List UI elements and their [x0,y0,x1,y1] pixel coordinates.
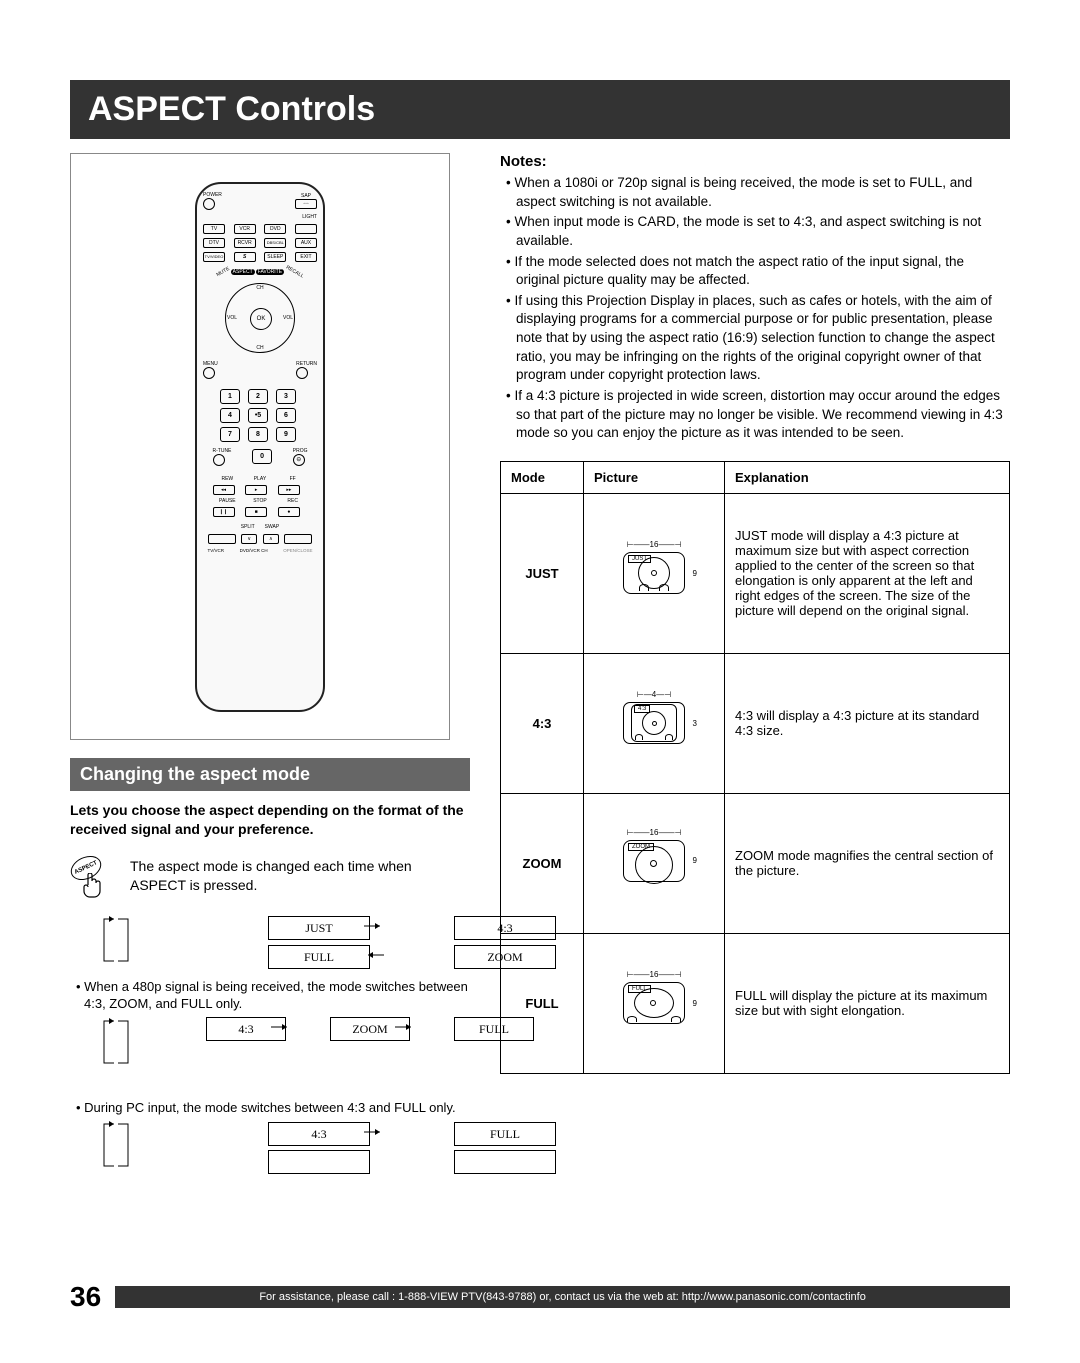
expl-43: 4:3 will display a 4:3 picture at its st… [725,653,1010,793]
ok-button: OK [250,308,272,330]
dbscbl-button: DBS/CBL [264,238,286,248]
favorite-label: FAVORITE [256,269,284,275]
tvvideo-button: TV/VIDEO [203,252,225,262]
num-9: 9 [276,427,296,442]
col-mode: Mode [501,461,584,493]
mode-full: FULL [501,933,584,1073]
lead-text: Lets you choose the aspect depending on … [70,801,470,839]
flow-diagram-2: 4:3 ZOOM FULL [100,1017,470,1073]
rec-icon: ● [278,507,300,517]
footer-bar: For assistance, please call : 1-888-VIEW… [115,1286,1010,1308]
pic-just: ⊢——16——⊣ JUST 9 [584,493,725,653]
note-item: • If the mode selected does not match th… [500,253,1010,290]
mode-43: 4:3 [501,653,584,793]
col-picture: Picture [584,461,725,493]
remote-illustration-frame: POWER SAP ◦◦◦ LIGHT TV VCR DVD [70,153,450,740]
prog-button: ⊖ [293,454,305,466]
arrow-right-icon [362,920,386,932]
aux-button: AUX [295,238,317,248]
num-8: 8 [248,427,268,442]
ff-icon: ▸▸ [278,485,300,495]
mode-just: JUST [501,493,584,653]
note-item: • When a 1080i or 720p signal is being r… [500,174,1010,211]
page-number: 36 [70,1281,101,1313]
arrow-right-icon [362,1126,386,1138]
arrow-right-icon [393,1021,417,1033]
mute-label: MUTE [215,265,230,277]
blank-button-1 [295,224,317,234]
press-text: The aspect mode is changed each time whe… [130,857,470,896]
power-label: POWER [203,192,222,198]
num-5: • 5 [248,408,268,423]
section-heading: Changing the aspect mode [70,758,470,791]
expl-just: JUST mode will display a 4:3 picture at … [725,493,1010,653]
exit-button: EXIT [295,252,317,262]
num-2: 2 [248,389,268,404]
flow2-return-line [114,1072,454,1086]
sap-label: SAP [295,193,317,199]
power-button-icon [203,198,215,210]
num-4: 4 [220,408,240,423]
col-explanation: Explanation [725,461,1010,493]
nav-ring: OK CH CH VOL VOL [225,283,295,353]
light-label: LIGHT [302,214,317,220]
num-1: 1 [220,389,240,404]
recall-label: RECALL [285,264,305,279]
play-icon: ▸ [245,485,267,495]
rtune-button [213,454,225,466]
sap-button-icon: ◦◦◦ [295,199,317,209]
pause-icon: ❙❙ [213,507,235,517]
notes-list: • When a 1080i or 720p signal is being r… [500,174,1010,443]
flow-diagram-1: JUST 4:3 FULL ZOOM [100,915,470,970]
rew-icon: ◂◂ [213,485,235,495]
arrow-left-icon [362,949,386,961]
page-title: ASPECT Controls [70,80,1010,139]
down-icon: ∨ [241,534,257,544]
dvd-button: DVD [264,224,286,234]
num-6: 6 [276,408,296,423]
tv-button: TV [203,224,225,234]
vcr-button: VCR [234,224,256,234]
aspect-press-icon: ASPECT [70,857,110,901]
hand-icon [80,873,104,899]
note-item: • If using this Projection Display in pl… [500,292,1010,385]
pic-full: ⊢——16——⊣ FULL 9 [584,933,725,1073]
rcvr-button: RCVR [234,238,256,248]
dtv-button: DTV [203,238,225,248]
bullet-480p: • When a 480p signal is being received, … [76,978,470,1013]
remote-illustration: POWER SAP ◦◦◦ LIGHT TV VCR DVD [195,182,325,712]
mode-zoom: ZOOM [501,793,584,933]
return-button [296,367,308,379]
num-0: 0 [252,449,272,464]
sd-button: S [234,252,256,262]
aspect-label: ASPECT [231,269,255,275]
bullet-pc: • During PC input, the mode switches bet… [76,1099,470,1117]
pic-43: ⊢—4—⊣ 4:3 [584,653,725,793]
bottom-btn-1 [208,534,236,544]
flow3-empty-1 [268,1150,370,1174]
expl-full: FULL will display the picture at its max… [725,933,1010,1073]
stop-icon: ■ [245,507,267,517]
expl-zoom: ZOOM mode magnifies the central section … [725,793,1010,933]
sleep-button: SLEEP [264,252,286,262]
note-item: • If a 4:3 picture is projected in wide … [500,387,1010,443]
aspect-modes-table: Mode Picture Explanation JUST ⊢——16——⊣ J… [500,461,1010,1074]
note-item: • When input mode is CARD, the mode is s… [500,213,1010,250]
up-icon: ∧ [263,534,279,544]
notes-heading: Notes: [500,153,1010,170]
flow-diagram-3: 4:3 FULL [100,1120,470,1175]
pic-zoom: ⊢——16——⊣ ZOOM 9 [584,793,725,933]
menu-button [203,367,215,379]
bottom-btn-2 [284,534,312,544]
arrow-right-icon [269,1021,293,1033]
num-7: 7 [220,427,240,442]
num-3: 3 [276,389,296,404]
